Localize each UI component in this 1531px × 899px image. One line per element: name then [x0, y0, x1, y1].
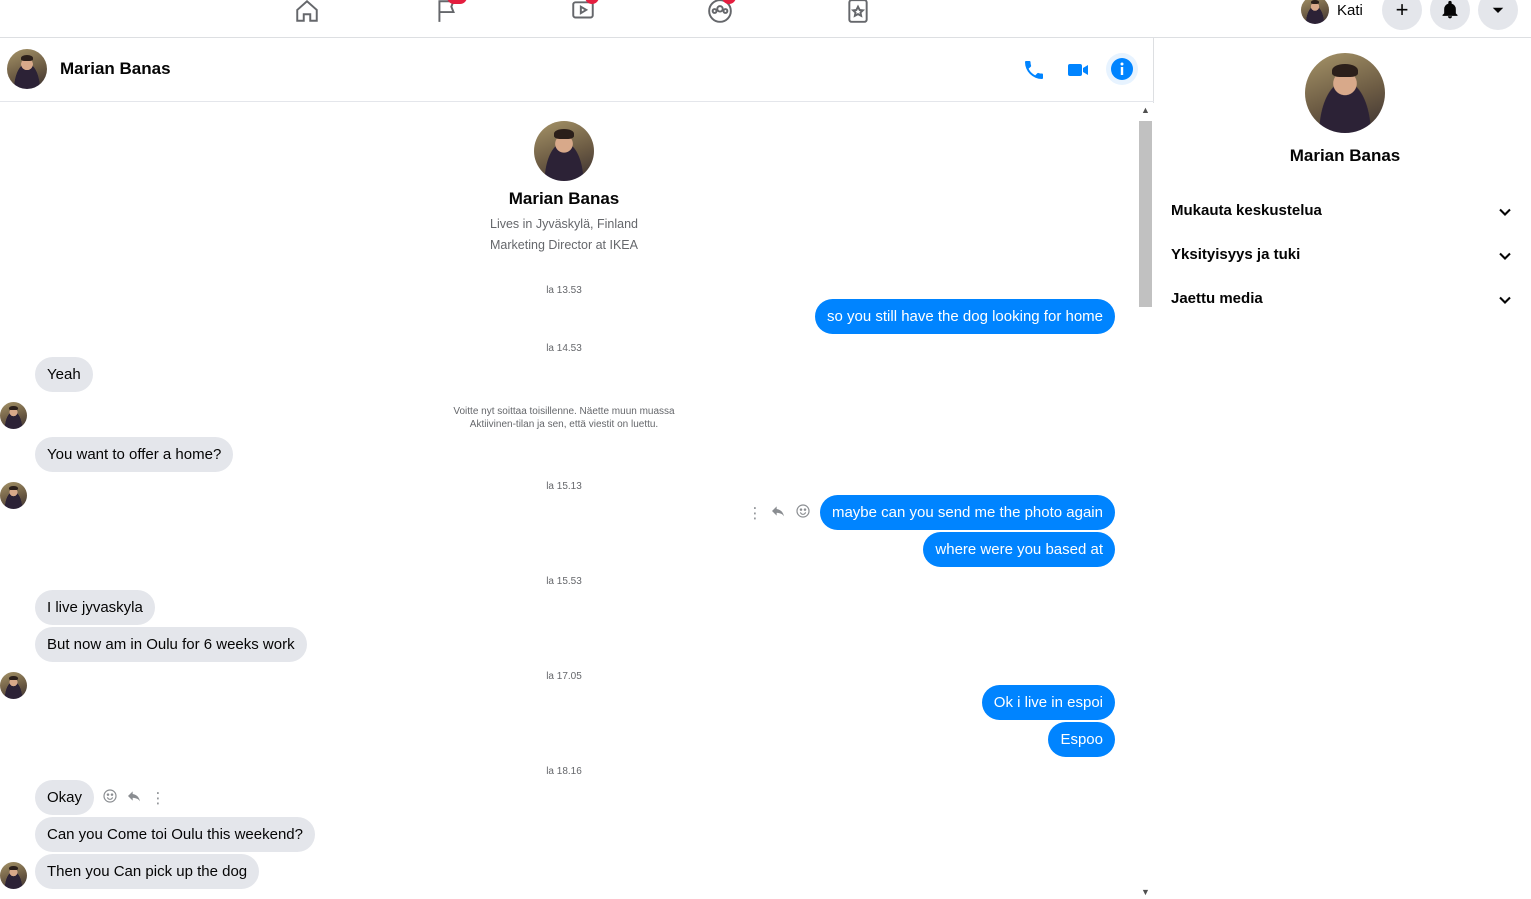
more-options-icon[interactable]: ⋮ [148, 789, 168, 807]
chevron-down-icon [1499, 296, 1511, 304]
user-name: Kati [1337, 1, 1363, 19]
react-emoji-icon[interactable] [100, 788, 120, 808]
chevron-down-icon [1499, 252, 1511, 260]
more-options-icon[interactable]: ⋮ [745, 504, 765, 522]
chat-scrollbar[interactable]: ▲ ▼ [1138, 103, 1154, 899]
scroll-up-arrow-icon[interactable]: ▲ [1141, 105, 1150, 115]
section-customize-chat[interactable]: Mukauta keskustelua [1171, 202, 1515, 226]
profile-shortcut[interactable]: Kati [1301, 0, 1363, 24]
intro-lives: Lives in Jyväskylä, Finland [490, 217, 638, 231]
reply-icon[interactable] [768, 503, 788, 523]
scroll-down-arrow-icon[interactable]: ▼ [1141, 887, 1150, 897]
system-note: Voitte nyt soittaa toisillenne. Näette m… [0, 405, 1128, 431]
caret-down-icon [1492, 7, 1504, 13]
conversation-info-icon[interactable] [1106, 53, 1138, 85]
message-incoming[interactable]: Can you Come toi Oulu this weekend? [35, 817, 315, 852]
message-outgoing[interactable]: maybe can you send me the photo again [819, 495, 1115, 530]
panel-contact-name: Marian Banas [1289, 146, 1401, 165]
intro-name: Marian Banas [508, 189, 620, 208]
pages-flag-icon[interactable] [433, 0, 467, 24]
message-incoming[interactable]: Yeah [35, 357, 93, 392]
message-outgoing[interactable]: so you still have the dog looking for ho… [815, 299, 1115, 334]
message-incoming[interactable]: I live jyvaskyla [35, 590, 155, 625]
timestamp: la 17.05 [546, 671, 582, 682]
section-label: Jaettu media [1171, 290, 1263, 307]
message-outgoing[interactable]: Espoo [1048, 722, 1115, 757]
chevron-down-icon [1499, 208, 1511, 216]
plus-icon: + [1395, 0, 1409, 22]
reply-icon[interactable] [124, 788, 144, 808]
chat-window: Marian Banas Marian Banas Lives in Jyväs… [0, 38, 1154, 899]
scroll-thumb[interactable] [1139, 121, 1152, 307]
intro-work: Marketing Director at IKEA [490, 238, 638, 252]
video-call-icon[interactable] [1064, 56, 1092, 84]
timestamp: la 14.53 [546, 343, 582, 354]
account-menu-button[interactable] [1478, 0, 1518, 30]
section-label: Mukauta keskustelua [1171, 202, 1322, 219]
contact-name[interactable]: Marian Banas [60, 59, 171, 79]
conversation-info-panel: Marian Banas Mukauta keskustelua Yksityi… [1155, 38, 1531, 899]
home-icon[interactable] [293, 0, 321, 24]
section-privacy-support[interactable]: Yksityisyys ja tuki [1171, 246, 1515, 270]
contact-avatar[interactable] [7, 49, 47, 89]
message-outgoing[interactable]: Ok i live in espoi [981, 685, 1115, 720]
groups-icon[interactable] [706, 0, 736, 24]
timestamp: la 15.53 [546, 576, 582, 587]
message-incoming[interactable]: Okay [35, 780, 95, 815]
timestamp: la 18.16 [546, 766, 582, 777]
intro-avatar [534, 121, 594, 181]
react-emoji-icon[interactable] [793, 503, 813, 523]
gaming-star-icon[interactable] [844, 0, 872, 24]
user-avatar [1301, 0, 1329, 24]
system-note-line: Voitte nyt soittaa toisillenne. Näette m… [453, 406, 675, 417]
chat-header: Marian Banas [0, 38, 1154, 102]
bell-icon [1442, 0, 1458, 19]
message-incoming[interactable]: You want to offer a home? [35, 437, 234, 472]
voice-call-icon[interactable] [1020, 56, 1048, 84]
create-button[interactable]: + [1382, 0, 1422, 30]
notifications-button[interactable] [1430, 0, 1470, 30]
panel-avatar[interactable] [1305, 53, 1385, 133]
section-shared-media[interactable]: Jaettu media [1171, 290, 1515, 314]
system-note-line: Aktiivinen-tilan ja sen, että viestit on… [469, 419, 659, 430]
top-navigation: Kati + [0, 0, 1531, 38]
message-outgoing[interactable]: where were you based at [923, 532, 1115, 567]
message-thread: Marian Banas Lives in Jyväskylä, Finland… [0, 103, 1138, 899]
section-label: Yksityisyys ja tuki [1171, 246, 1301, 263]
watch-video-icon[interactable] [569, 0, 599, 24]
timestamp: la 13.53 [546, 285, 582, 296]
message-incoming[interactable]: Then you Can pick up the dog [35, 854, 260, 889]
message-avatar [0, 862, 27, 889]
message-incoming[interactable]: But now am in Oulu for 6 weeks work [35, 627, 307, 662]
timestamp: la 15.13 [546, 481, 582, 492]
